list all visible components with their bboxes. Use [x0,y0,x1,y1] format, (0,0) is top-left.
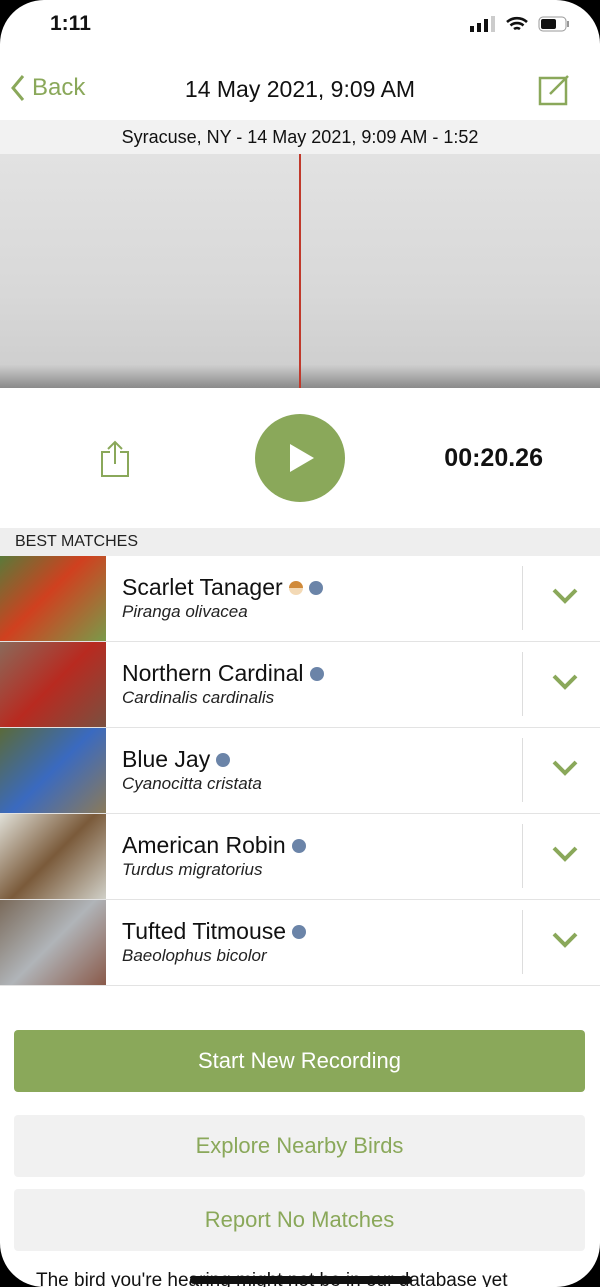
match-row[interactable]: Blue Jay Cyanocitta cristata [0,728,600,814]
verified-icon [292,924,307,939]
wifi-icon [506,16,528,31]
play-icon [290,444,314,472]
match-row[interactable]: Northern Cardinal Cardinalis cardinalis [0,642,600,728]
divider [522,738,523,802]
screen: 1:11 Back 14 May 2021, 9:09 AM Syracuse,… [0,0,600,1287]
bird-photo [0,900,106,985]
section-header: BEST MATCHES [0,528,600,556]
nav-bar: Back 14 May 2021, 9:09 AM [0,62,600,118]
play-button[interactable] [255,414,345,502]
signal-icon [470,16,495,32]
page-title: 14 May 2021, 9:09 AM [184,76,416,102]
verified-icon [291,838,306,853]
bird-name: Northern Cardinal [122,660,304,686]
scientific-name: Cyanocitta cristata [122,774,262,793]
chevron-down-icon[interactable] [551,586,579,606]
divider [522,910,523,974]
start-recording-button[interactable]: Start New Recording [14,1030,585,1092]
match-row[interactable]: Scarlet Tanager Piranga olivacea [0,556,600,642]
home-indicator[interactable] [190,1276,412,1284]
playback-controls: 00:20.26 [0,388,600,528]
battery-icon [538,16,569,32]
chevron-down-icon[interactable] [551,930,579,950]
share-icon[interactable] [100,440,130,478]
match-list: Scarlet Tanager Piranga olivacea Norther… [0,556,600,986]
bird-name: American Robin [122,832,286,858]
verified-icon [216,752,231,767]
report-no-matches-button[interactable]: Report No Matches [14,1189,585,1251]
playhead[interactable] [299,154,301,388]
edit-icon[interactable] [538,72,572,106]
scientific-name: Turdus migratorius [122,860,263,879]
bird-name: Tufted Titmouse [122,918,287,944]
bird-photo [0,556,106,641]
clock: 1:11 [50,12,91,35]
match-row[interactable]: American Robin Turdus migratorius [0,814,600,900]
verified-icon [309,666,324,681]
scientific-name: Piranga olivacea [122,602,248,621]
chevron-down-icon[interactable] [551,758,579,778]
divider [522,566,523,630]
chevron-down-icon[interactable] [551,844,579,864]
chevron-down-icon[interactable] [551,672,579,692]
verified-icon [308,580,323,595]
divider [522,824,523,888]
bird-photo [0,814,106,899]
bird-name: Blue Jay [122,746,211,772]
scientific-name: Baeolophus bicolor [122,946,267,965]
bird-photo [0,728,106,813]
divider [522,652,523,716]
bird-name: Scarlet Tanager [122,574,283,600]
explore-nearby-button[interactable]: Explore Nearby Birds [14,1115,585,1177]
rare-icon [288,580,303,595]
elapsed-time: 00:20.26 [444,444,543,472]
bird-photo [0,642,106,727]
spectrogram[interactable] [0,154,600,388]
status-bar: 1:11 [0,0,600,52]
scientific-name: Cardinalis cardinalis [122,688,275,707]
recording-info: Syracuse, NY - 14 May 2021, 9:09 AM - 1:… [0,120,600,154]
match-row[interactable]: Tufted Titmouse Baeolophus bicolor [0,900,600,986]
